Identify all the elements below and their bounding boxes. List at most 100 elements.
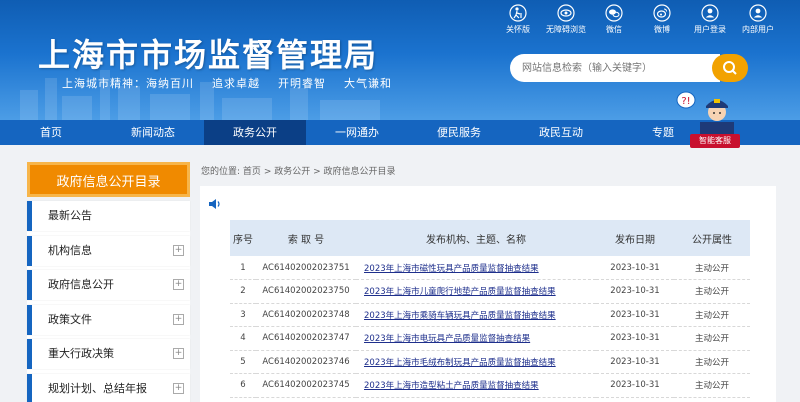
svg-text:?!: ?! <box>681 96 690 107</box>
row-id: AC61402002023751 <box>256 256 356 280</box>
user-login-link[interactable]: 用户登录 <box>686 4 734 35</box>
sidebar-item-label: 机构信息 <box>48 243 92 257</box>
sidebar-item-plans-reports[interactable]: 规划计划、总结年报 + <box>27 373 190 402</box>
nav-one-stop-service[interactable]: 一网通办 <box>306 120 408 145</box>
sidebar-item-label: 政府信息公开 <box>48 278 114 291</box>
user-icon <box>749 4 767 22</box>
breadcrumb: 您的位置: 首页 > 政务公开 > 政府信息公开目录 <box>201 164 396 177</box>
nav-public-service[interactable]: 便民服务 <box>408 120 510 145</box>
row-id: AC61402002023746 <box>256 350 356 374</box>
wechat-label: 微信 <box>606 25 622 34</box>
weibo-link[interactable]: 微博 <box>638 4 686 35</box>
row-attr: 主动公开 <box>674 373 750 398</box>
col-header-date: 发布日期 <box>596 220 674 256</box>
search-button[interactable] <box>712 54 748 82</box>
row-id: AC61402002023748 <box>256 303 356 327</box>
row-date: 2023-10-31 <box>596 326 674 351</box>
table-header-row: 序号 索 取 号 发布机构、主题、名称 发布日期 公开属性 <box>230 220 750 256</box>
weibo-icon <box>653 4 671 22</box>
search-input[interactable] <box>510 54 720 82</box>
row-attr: 主动公开 <box>674 303 750 327</box>
row-no: 4 <box>230 326 256 351</box>
site-search <box>510 54 748 82</box>
col-header-id: 索 取 号 <box>256 220 356 256</box>
expand-icon[interactable]: + <box>173 382 184 394</box>
row-date: 2023-10-31 <box>596 350 674 374</box>
customer-service-widget[interactable]: ?! 智能客服 <box>672 86 742 150</box>
wechat-link[interactable]: 微信 <box>590 4 638 35</box>
smart-service-button[interactable]: 智能客服 <box>690 134 740 148</box>
sidebar-item-label: 政策文件 <box>48 312 92 326</box>
expand-icon[interactable]: + <box>173 313 184 325</box>
row-date: 2023-10-31 <box>596 279 674 304</box>
table-row: 4 AC61402002023747 2023年上海市电玩具产品质量监督抽查结果… <box>230 326 750 351</box>
breadcrumb-government-affairs[interactable]: 政务公开 <box>274 167 310 177</box>
row-attr: 主动公开 <box>674 350 750 374</box>
nav-home[interactable]: 首页 <box>25 120 77 145</box>
nav-news[interactable]: 新闻动态 <box>102 120 204 145</box>
row-title-link[interactable]: 2023年上海市毛绒布制玩具产品质量监督抽查结果 <box>356 350 596 374</box>
search-icon <box>723 61 737 75</box>
row-title-link[interactable]: 2023年上海市儿童爬行地垫产品质量监督抽查结果 <box>356 279 596 304</box>
sidebar-title: 政府信息公开目录 <box>27 162 190 197</box>
site-title[interactable]: 上海市市场监督管理局 <box>38 30 378 76</box>
row-attr: 主动公开 <box>674 256 750 280</box>
sidebar-list: 最新公告 机构信息 + 政府信息公开 + 政策文件 + 重大行政决策 + 规划计… <box>27 201 190 402</box>
row-date: 2023-10-31 <box>596 256 674 280</box>
row-no: 5 <box>230 350 256 374</box>
internal-user-label: 内部用户 <box>742 25 774 34</box>
breadcrumb-home[interactable]: 首页 <box>243 167 261 177</box>
table-row: 5 AC61402002023746 2023年上海市毛绒布制玩具产品质量监督抽… <box>230 350 750 374</box>
breadcrumb-separator: > <box>263 167 272 177</box>
sidebar-item-info-disclosure[interactable]: 政府信息公开 + <box>27 270 190 300</box>
breadcrumb-prefix: 您的位置: <box>201 167 241 177</box>
row-title-link[interactable]: 2023年上海市造型粘土产品质量监督抽查结果 <box>356 373 596 398</box>
breadcrumb-separator: > <box>313 167 321 177</box>
expand-icon[interactable]: + <box>173 244 184 256</box>
elder-care-icon <box>509 4 527 22</box>
elder-care-label: 关怀版 <box>506 25 530 34</box>
row-attr: 主动公开 <box>674 279 750 304</box>
content-panel: 序号 索 取 号 发布机构、主题、名称 发布日期 公开属性 1 AC614020… <box>200 186 776 402</box>
row-title-link[interactable]: 2023年上海市电玩具产品质量监督抽查结果 <box>356 326 596 351</box>
top-links: 关怀版 无障碍浏览 微信 微博 用户登录 内部用户 <box>494 4 782 35</box>
user-login-label: 用户登录 <box>694 25 726 34</box>
sidebar-item-policy-documents[interactable]: 政策文件 + <box>27 304 190 335</box>
eye-icon <box>557 4 575 22</box>
read-aloud-button[interactable] <box>208 195 222 214</box>
table-row: 3 AC61402002023748 2023年上海市乘骑车辆玩具产品质量监督抽… <box>230 303 750 327</box>
row-id: AC61402002023747 <box>256 326 356 351</box>
internal-user-link[interactable]: 内部用户 <box>734 4 782 35</box>
row-title-link[interactable]: 2023年上海市乘骑车辆玩具产品质量监督抽查结果 <box>356 303 596 327</box>
table-row: 1 AC61402002023751 2023年上海市磁性玩具产品质量监督抽查结… <box>230 256 750 280</box>
row-no: 2 <box>230 279 256 304</box>
wechat-icon <box>605 4 623 22</box>
speaker-icon <box>209 199 220 209</box>
weibo-label: 微博 <box>654 25 670 34</box>
accessibility-label: 无障碍浏览 <box>546 25 586 34</box>
user-icon <box>701 4 719 22</box>
nav-government-affairs[interactable]: 政务公开 <box>204 120 306 145</box>
breadcrumb-catalog[interactable]: 政府信息公开目录 <box>324 167 396 177</box>
row-date: 2023-10-31 <box>596 373 674 398</box>
police-mascot-icon: ?! <box>676 91 734 136</box>
table-row: 2 AC61402002023750 2023年上海市儿童爬行地垫产品质量监督抽… <box>230 279 750 304</box>
sidebar-item-organization[interactable]: 机构信息 + <box>27 235 190 266</box>
sidebar-item-latest-notice[interactable]: 最新公告 <box>27 201 190 231</box>
row-no: 6 <box>230 373 256 398</box>
disclosure-table: 序号 索 取 号 发布机构、主题、名称 发布日期 公开属性 1 AC614020… <box>230 220 750 398</box>
table-row: 6 AC61402002023745 2023年上海市造型粘土产品质量监督抽查结… <box>230 373 750 398</box>
row-no: 3 <box>230 303 256 327</box>
row-title-link[interactable]: 2023年上海市磁性玩具产品质量监督抽查结果 <box>356 256 596 280</box>
row-date: 2023-10-31 <box>596 303 674 327</box>
elder-care-link[interactable]: 关怀版 <box>494 4 542 35</box>
nav-interaction[interactable]: 政民互动 <box>510 120 612 145</box>
sidebar-item-major-decisions[interactable]: 重大行政决策 + <box>27 339 190 369</box>
accessibility-link[interactable]: 无障碍浏览 <box>542 4 590 35</box>
sidebar-item-label: 最新公告 <box>48 209 92 222</box>
col-header-no: 序号 <box>230 220 256 256</box>
sidebar-item-label: 重大行政决策 <box>48 347 114 360</box>
expand-icon[interactable]: + <box>173 348 184 359</box>
col-header-attr: 公开属性 <box>674 220 750 256</box>
expand-icon[interactable]: + <box>173 279 184 290</box>
